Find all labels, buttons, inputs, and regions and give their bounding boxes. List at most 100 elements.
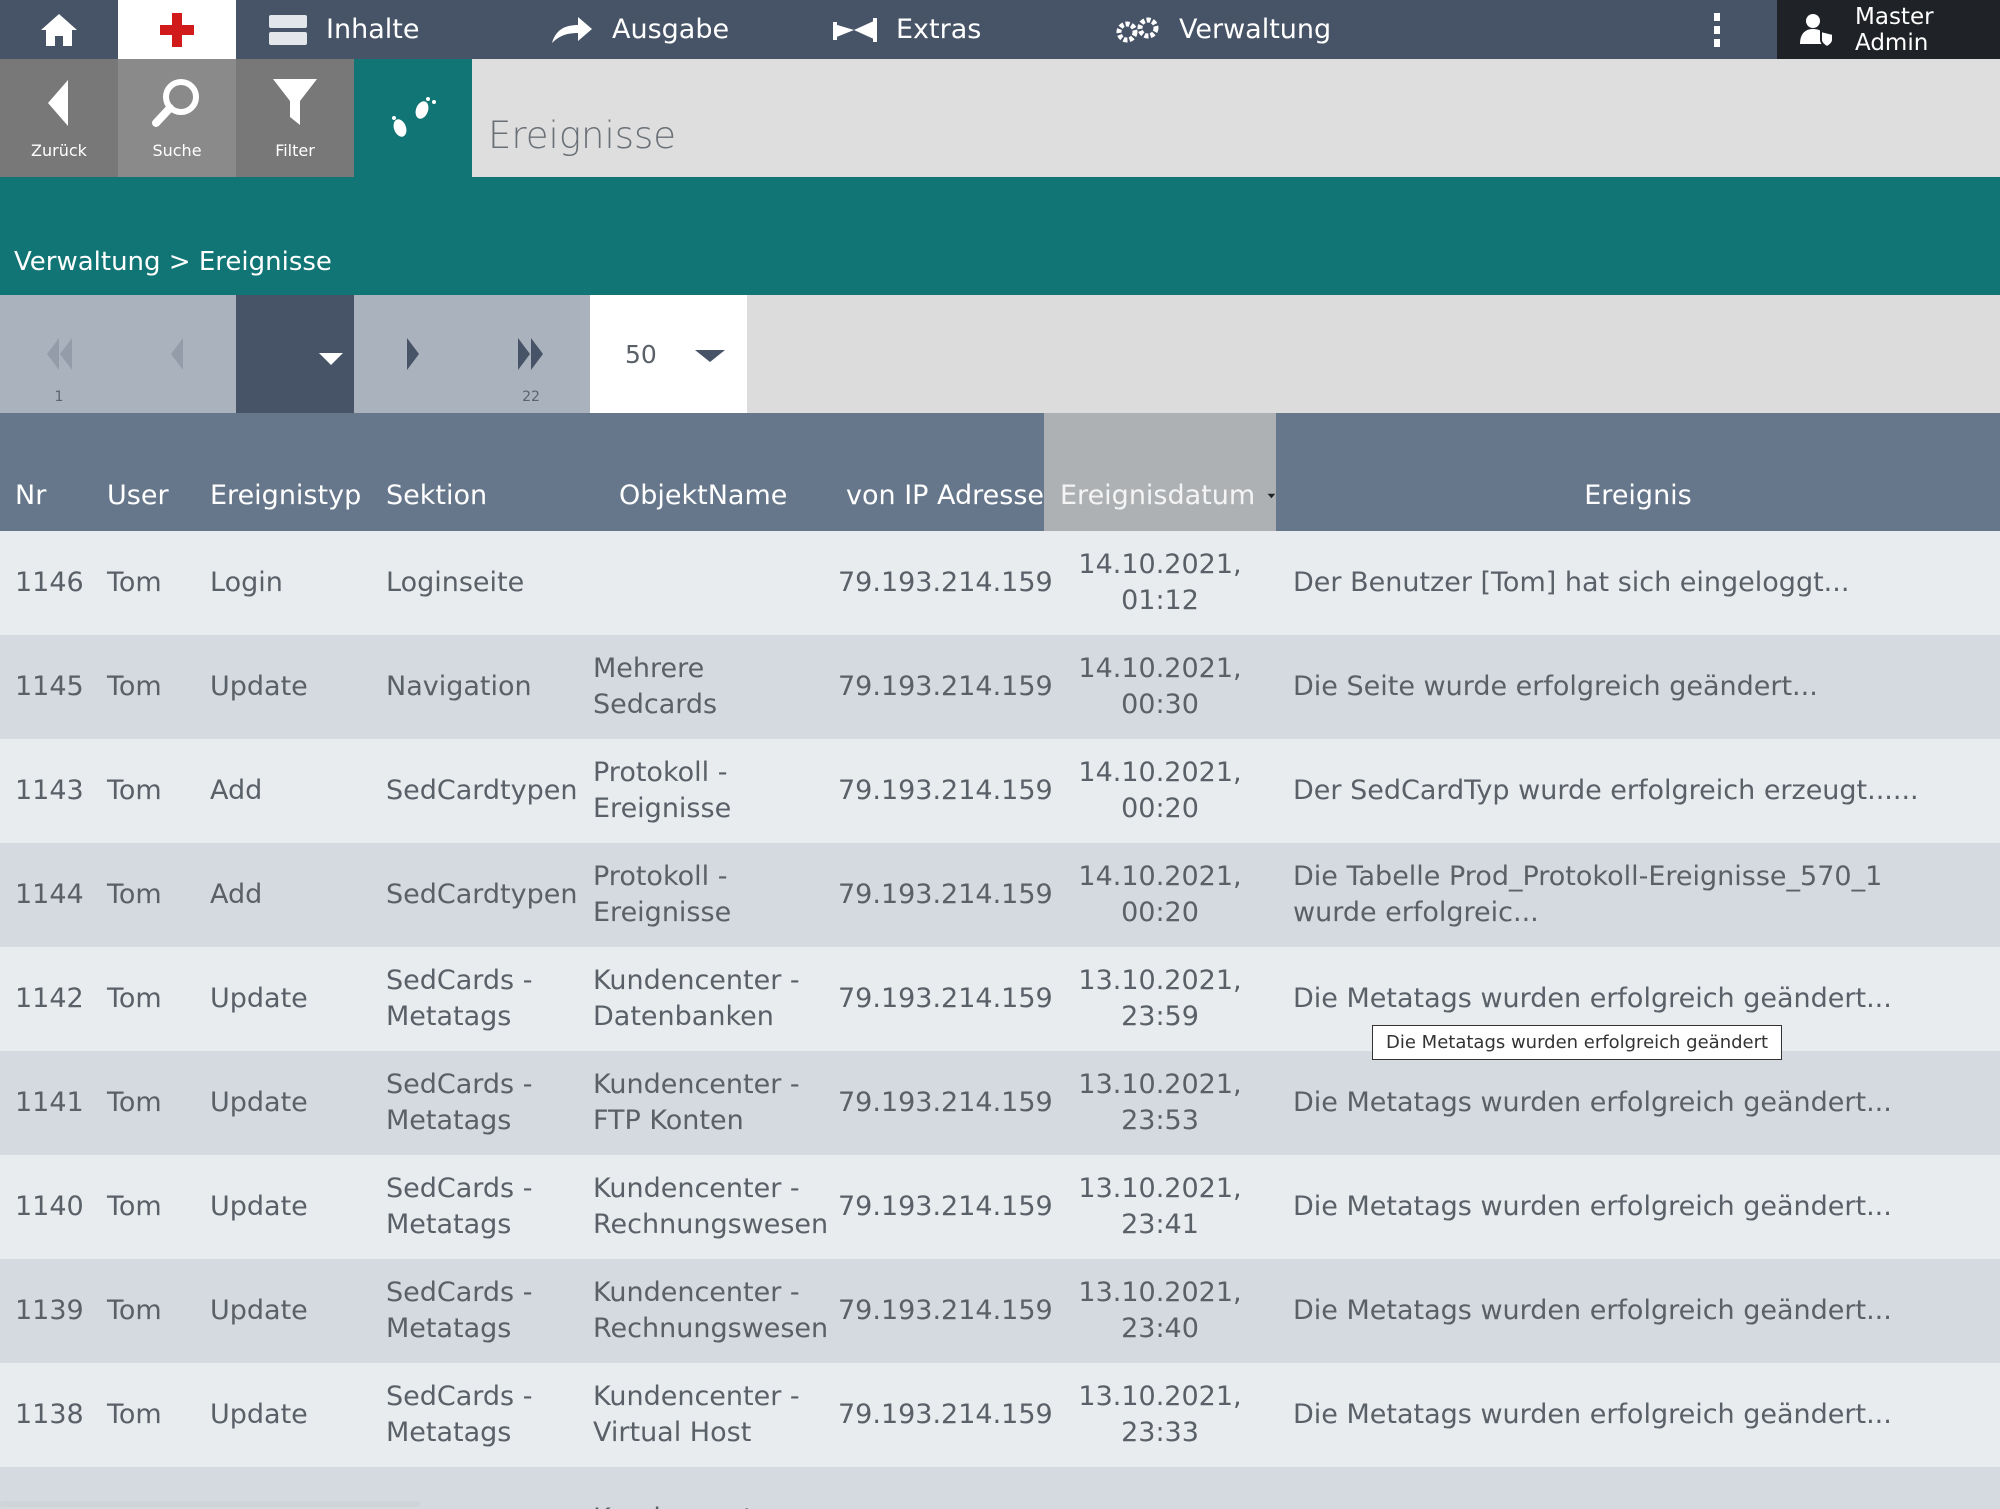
breadcrumb-parent[interactable]: Verwaltung [14, 247, 161, 277]
breadcrumb-band: Verwaltung > Ereignisse [0, 177, 2000, 295]
col-ereignisdatum-label: Ereignisdatum [1060, 480, 1256, 511]
filter-icon [271, 59, 319, 139]
cell-sektion: Navigation [386, 671, 532, 702]
date-wrapper: 13.10.2021, 23:59 [1078, 963, 1241, 1035]
table-row[interactable]: 1138 Tom Update SedCards - Metatags Kundence… [0, 1363, 2000, 1467]
table-row[interactable]: 1141 Tom Update SedCards - Metatags Kundence… [0, 1051, 2000, 1155]
cell-typ: Add [210, 775, 263, 806]
date-wrapper: 13.10.2021, 23:53 [1078, 1067, 1241, 1139]
col-ereignisdatum[interactable]: Ereignisdatum [1044, 413, 1276, 531]
date-wrapper: 13.10.2021, 23:33 [1078, 1379, 1241, 1451]
cell-ereignis: Die Metatags wurden erfolgreich geändert… [1293, 1087, 1892, 1118]
col-objektname[interactable]: ObjektName [619, 413, 787, 531]
cell-time: 23:40 [1121, 1313, 1199, 1344]
breadcrumb: Verwaltung > Ereignisse [14, 247, 332, 277]
double-chevron-left-icon [47, 338, 72, 370]
date-wrapper: 14.10.2021, 00:20 [1078, 755, 1241, 827]
events-module-tab[interactable] [354, 59, 472, 177]
cell-date: 13.10.2021, [1078, 1277, 1242, 1308]
cell-objekt [593, 531, 833, 635]
footprints-icon [392, 97, 436, 137]
cell-objekt: Protokoll - Ereignisse [593, 757, 732, 824]
first-page-button[interactable]: 1 [0, 295, 118, 413]
table-row[interactable]: 1139 Tom Update SedCards - Metatags Kundence… [0, 1259, 2000, 1363]
cell-ereignisdatum: 13.10.2021, 23:59 [1044, 947, 1276, 1051]
chevron-left-icon [171, 338, 183, 370]
nav-extras[interactable]: Extras [832, 0, 981, 59]
col-ereignis[interactable]: Ereignis [1276, 413, 2000, 531]
table-row[interactable]: 1146 Tom Login Loginseite 79.193.214.159 14.1… [0, 531, 2000, 635]
cell-time: 23:53 [1121, 1105, 1199, 1136]
table-row[interactable]: 1143 Tom Add SedCardtypen Protokoll - Ereign… [0, 739, 2000, 843]
nav-verwaltung-label: Verwaltung [1179, 14, 1332, 45]
cell-objekt: Kundencenter - Datenbanken [593, 965, 800, 1032]
cell-user: Tom [107, 983, 162, 1014]
cell-nr: 1146 [15, 567, 84, 598]
date-wrapper: 14.10.2021, 00:30 [1078, 651, 1241, 723]
cell-time: 00:30 [1121, 689, 1199, 720]
filter-button[interactable]: Filter [236, 59, 354, 177]
last-page-button[interactable]: 22 [472, 295, 590, 413]
cell-date: 14.10.2021, [1078, 549, 1242, 580]
cell-ereignis: Die Tabelle Prod_Protokoll-Ereignisse_57… [1293, 861, 1883, 928]
more-menu-button[interactable] [1700, 0, 1734, 59]
next-page-button[interactable] [354, 295, 472, 413]
tooltip: Die Metatags wurden erfolgreich geändert [1372, 1025, 1783, 1060]
add-button[interactable] [118, 0, 236, 59]
home-icon [41, 13, 77, 46]
table-row[interactable]: 1144 Tom Add SedCardtypen Protokoll - Ereign… [0, 843, 2000, 947]
cell-sektion: SedCards - Metatags [386, 1277, 533, 1344]
table-row[interactable]: 1145 Tom Update Navigation Mehrere Sedcards 7… [0, 635, 2000, 739]
col-nr[interactable]: Nr [15, 413, 46, 531]
cell-time: 00:20 [1121, 897, 1199, 928]
col-sektion[interactable]: Sektion [386, 413, 487, 531]
cell-date: 13.10.2021, [1078, 1173, 1242, 1204]
cell-typ: Login [210, 567, 283, 598]
cell-ereignisdatum: 13.10.2021, 23:40 [1044, 1259, 1276, 1363]
cell-nr: 1145 [15, 671, 84, 702]
col-ereignistyp[interactable]: Ereignistyp [210, 413, 361, 531]
cell-date: 14.10.2021, [1078, 653, 1242, 684]
cell-date: 14.10.2021, [1078, 757, 1242, 788]
back-button[interactable]: Zurück [0, 59, 118, 177]
pagination-bar: 1 22 50 [0, 295, 2000, 413]
cell-ip: 79.193.214.159 [838, 1191, 1053, 1222]
home-button[interactable] [0, 0, 118, 59]
cell-sektion: SedCards - Metatags [386, 1069, 533, 1136]
date-wrapper: 14.10.2021, 00:20 [1078, 859, 1241, 931]
cell-ereignis: Die Seite wurde erfolgreich geändert... [1293, 671, 1818, 702]
user-menu[interactable]: Master Admin [1777, 0, 2000, 59]
cell-ip: 79.193.214.159 [838, 671, 1053, 702]
page-select[interactable] [236, 295, 354, 413]
back-label: Zurück [31, 141, 87, 160]
cell-ip: 79.193.214.159 [838, 983, 1053, 1014]
cell-user: Tom [107, 879, 162, 910]
nav-verwaltung[interactable]: Verwaltung [1115, 0, 1331, 59]
search-label: Suche [152, 141, 202, 160]
search-button[interactable]: Suche [118, 59, 236, 177]
horizontal-scrollbar[interactable] [0, 1501, 420, 1507]
last-page-number: 22 [522, 389, 540, 405]
cell-objekt: Kundencenter - [593, 1467, 833, 1509]
cell-ereignis: Der SedCardTyp wurde erfolgreich erzeugt… [1293, 775, 1919, 806]
cell-nr: 1138 [15, 1399, 84, 1430]
cell-nr: 1141 [15, 1087, 84, 1118]
page-size-select[interactable]: 50 [590, 295, 747, 413]
nav-inhalte[interactable]: Inhalte [268, 0, 419, 59]
nav-inhalte-label: Inhalte [326, 14, 420, 45]
cell-typ: Update [210, 1087, 308, 1118]
cell-time: 23:33 [1121, 1417, 1199, 1448]
nav-ausgabe[interactable]: Ausgabe [550, 0, 729, 59]
user-shield-icon [1799, 12, 1835, 48]
gears-icon [1115, 16, 1161, 44]
nav-extras-label: Extras [896, 14, 982, 45]
cell-sektion: Loginseite [386, 567, 525, 598]
first-page-number: 1 [54, 389, 64, 405]
prev-page-button[interactable] [118, 295, 236, 413]
table-row[interactable]: 1140 Tom Update SedCards - Metatags Kundence… [0, 1155, 2000, 1259]
cell-nr: 1140 [15, 1191, 84, 1222]
cell-typ: Update [210, 983, 308, 1014]
date-wrapper: 14.10.2021, 01:12 [1078, 547, 1241, 619]
col-ip[interactable]: von IP Adresse [846, 413, 1044, 531]
col-user[interactable]: User [107, 413, 169, 531]
